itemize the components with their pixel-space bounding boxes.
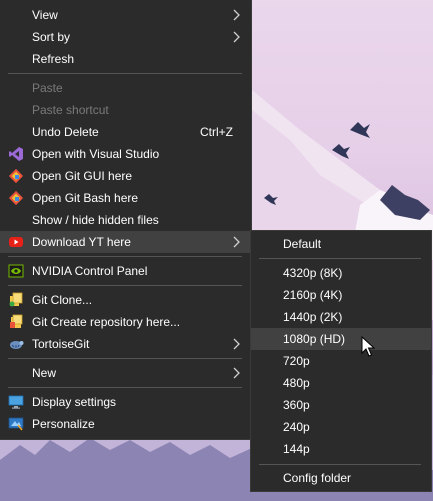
shortcut-label: Ctrl+Z: [200, 125, 233, 139]
chevron-right-icon: [233, 338, 240, 350]
menu-item-label: Download YT here: [32, 235, 131, 249]
submenu-item-config-folder[interactable]: Config folder: [251, 467, 431, 489]
submenu-item-label: 360p: [283, 398, 310, 412]
menu-separator: [8, 358, 242, 359]
menu-item-show-hide-hidden-files[interactable]: Show / hide hidden files: [0, 209, 251, 231]
submenu-item-default[interactable]: Default: [251, 233, 431, 255]
submenu-item-240p[interactable]: 240p: [251, 416, 431, 438]
menu-item-label: Undo Delete: [32, 125, 99, 139]
menu-item-paste-shortcut[interactable]: Paste shortcut: [0, 99, 251, 121]
menu-separator: [8, 285, 242, 286]
menu-item-label: Refresh: [32, 52, 75, 66]
menu-item-label: TortoiseGit: [32, 337, 90, 351]
chevron-right-icon: [233, 31, 240, 43]
menu-item-personalize[interactable]: Personalize: [0, 413, 251, 435]
submenu-item-720p[interactable]: 720p: [251, 350, 431, 372]
chevron-right-icon: [233, 9, 240, 21]
submenu-item-label: 1440p (2K): [283, 310, 343, 324]
menu-item-nvidia-control-panel[interactable]: NVIDIA Control Panel: [0, 260, 251, 282]
menu-separator: [8, 256, 242, 257]
menu-item-label: Open with Visual Studio: [32, 147, 160, 161]
youtube-icon: [9, 237, 23, 247]
menu-item-git-clone[interactable]: Git Clone...: [0, 289, 251, 311]
menu-item-label: Git Clone...: [32, 293, 93, 307]
submenu-item-label: Config folder: [283, 471, 352, 485]
submenu-item-1080p[interactable]: 1080p (HD): [251, 328, 431, 350]
submenu-item-label: 480p: [283, 376, 310, 390]
desktop-context-menu: View Sort by Refresh Paste Paste shortcu…: [0, 0, 252, 440]
menu-item-open-git-gui[interactable]: Open Git GUI here: [0, 165, 251, 187]
git-bash-icon: [8, 190, 24, 206]
menu-item-download-yt[interactable]: Download YT here: [0, 231, 251, 253]
submenu-item-4320p[interactable]: 4320p (8K): [251, 262, 431, 284]
menu-item-undo-delete[interactable]: Undo Delete Ctrl+Z: [0, 121, 251, 143]
mouse-cursor-icon: [361, 336, 375, 357]
menu-separator: [8, 73, 242, 74]
menu-separator: [8, 387, 242, 388]
download-yt-submenu: Default 4320p (8K) 2160p (4K) 1440p (2K)…: [250, 230, 432, 492]
menu-item-label: NVIDIA Control Panel: [32, 264, 148, 278]
git-create-repository-icon: [10, 314, 23, 328]
submenu-item-label: Default: [283, 237, 322, 251]
submenu-item-label: 144p: [283, 442, 310, 456]
nvidia-icon: [8, 264, 24, 278]
menu-item-label: View: [32, 8, 58, 22]
submenu-separator: [259, 258, 421, 259]
menu-item-label: Open Git Bash here: [32, 191, 139, 205]
menu-item-label: Git Create repository here...: [32, 315, 181, 329]
submenu-item-label: 240p: [283, 420, 310, 434]
menu-item-label: Paste shortcut: [32, 103, 109, 117]
display-settings-icon: [8, 395, 24, 409]
menu-item-git-create-repository[interactable]: Git Create repository here...: [0, 311, 251, 333]
chevron-right-icon: [233, 236, 240, 248]
submenu-item-2160p[interactable]: 2160p (4K): [251, 284, 431, 306]
submenu-item-label: 4320p (8K): [283, 266, 343, 280]
submenu-separator: [259, 464, 421, 465]
menu-item-label: Show / hide hidden files: [32, 213, 159, 227]
menu-item-display-settings[interactable]: Display settings: [0, 391, 251, 413]
menu-item-new[interactable]: New: [0, 362, 251, 384]
personalize-icon: [8, 417, 24, 431]
submenu-item-1440p[interactable]: 1440p (2K): [251, 306, 431, 328]
menu-item-open-with-visual-studio[interactable]: Open with Visual Studio: [0, 143, 251, 165]
menu-item-paste[interactable]: Paste: [0, 77, 251, 99]
submenu-item-480p[interactable]: 480p: [251, 372, 431, 394]
menu-item-view[interactable]: View: [0, 4, 251, 26]
menu-item-refresh[interactable]: Refresh: [0, 48, 251, 70]
menu-item-label: New: [32, 366, 57, 380]
submenu-item-label: 720p: [283, 354, 310, 368]
menu-item-label: Personalize: [32, 417, 95, 431]
git-gui-icon: [8, 168, 24, 184]
submenu-item-label: 1080p (HD): [283, 332, 346, 346]
menu-item-label: Paste: [32, 81, 63, 95]
submenu-item-label: 2160p (4K): [283, 288, 343, 302]
git-clone-icon: [9, 292, 23, 307]
menu-item-label: Display settings: [32, 395, 117, 409]
menu-item-sort-by[interactable]: Sort by: [0, 26, 251, 48]
menu-item-open-git-bash[interactable]: Open Git Bash here: [0, 187, 251, 209]
submenu-item-360p[interactable]: 360p: [251, 394, 431, 416]
menu-item-tortoisegit[interactable]: TortoiseGit: [0, 333, 251, 355]
submenu-item-144p[interactable]: 144p: [251, 438, 431, 460]
tortoisegit-icon: [10, 341, 24, 349]
chevron-right-icon: [233, 367, 240, 379]
visual-studio-icon: [9, 147, 23, 161]
menu-item-label: Open Git GUI here: [32, 169, 133, 183]
menu-item-label: Sort by: [32, 30, 71, 44]
